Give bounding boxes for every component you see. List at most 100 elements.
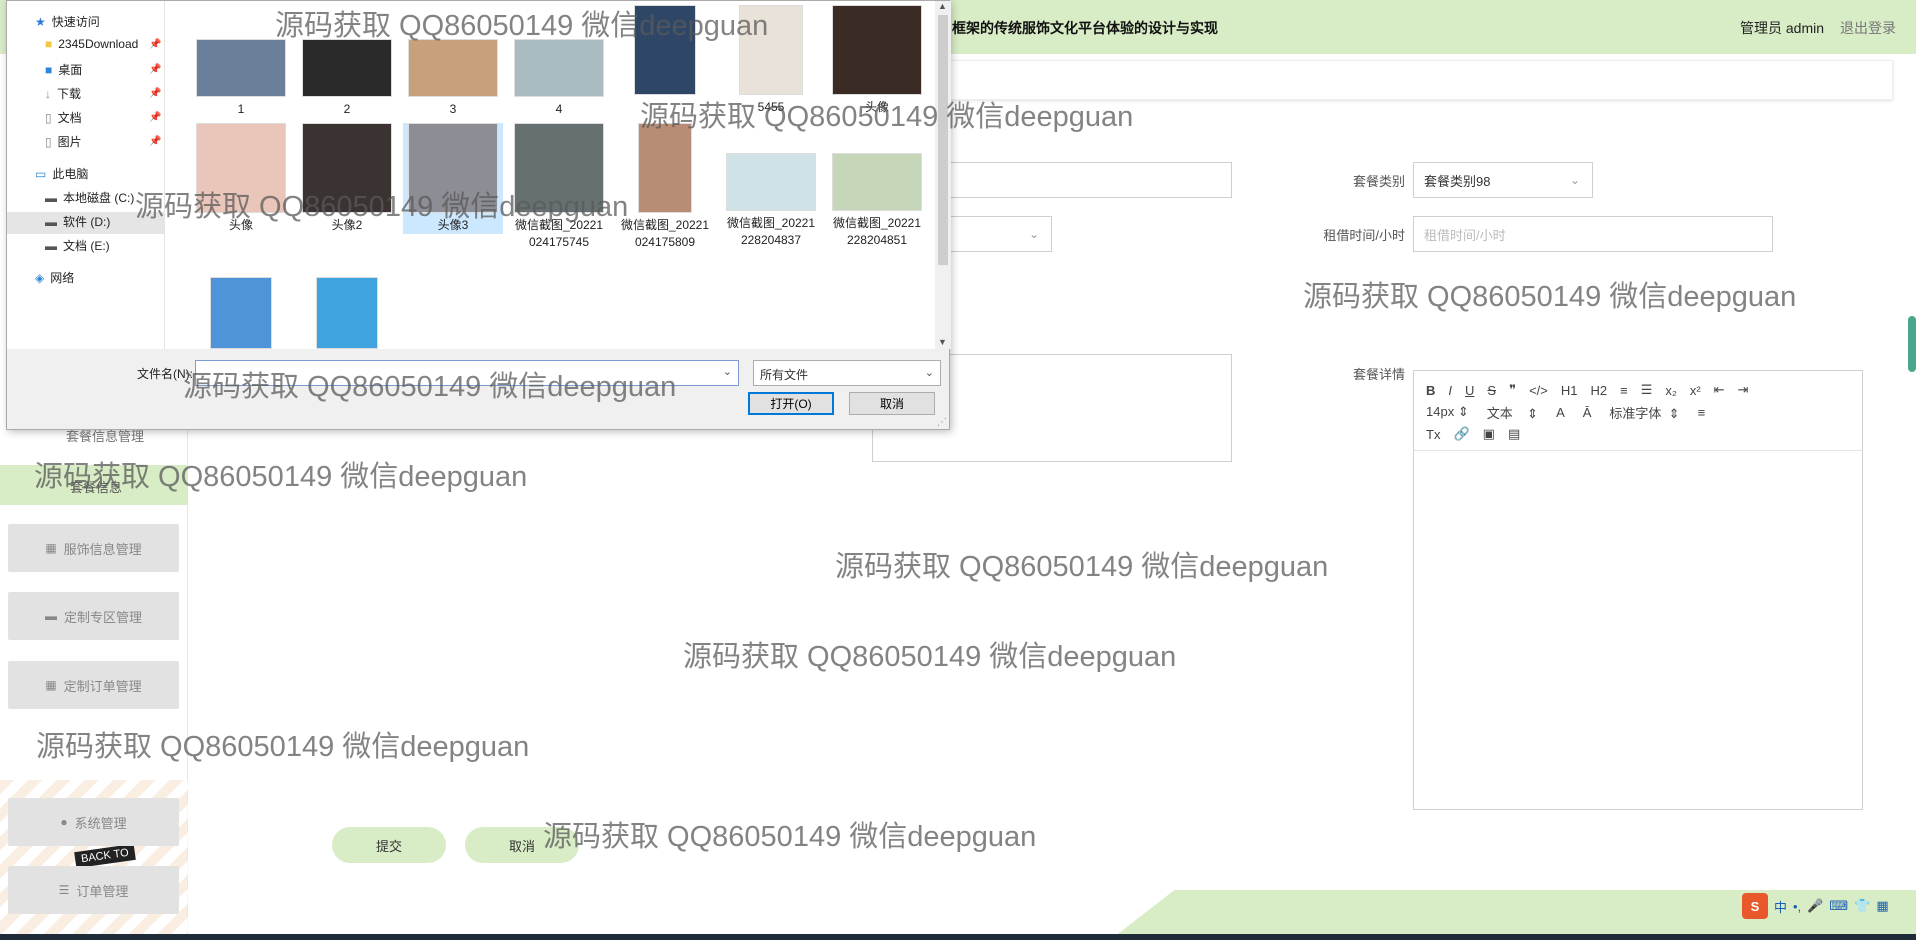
file-item[interactable]: 头像3 <box>403 123 503 234</box>
nav-item[interactable]: ★ 快速访问 <box>35 13 100 30</box>
align-button[interactable]: ≡ <box>1698 405 1706 420</box>
category-select[interactable]: 套餐类别98 ⌄ <box>1413 162 1593 198</box>
image-icon[interactable]: ▣ <box>1483 426 1495 442</box>
file-item[interactable]: 4 <box>509 5 609 118</box>
font-size-select[interactable]: 14px ⇕ <box>1426 404 1469 420</box>
strike-button[interactable]: S <box>1487 383 1496 398</box>
file-thumbnail <box>408 39 498 97</box>
sidebar-item-label: 服饰信息管理 <box>63 541 142 557</box>
h2-button[interactable]: H2 <box>1591 383 1608 398</box>
punctuation-icon[interactable]: •, <box>1793 899 1801 914</box>
nav-item[interactable]: ↓ 下载 📌 <box>45 85 161 102</box>
pin-icon: 📌 <box>149 38 162 50</box>
file-thumbnail <box>514 123 604 213</box>
italic-button[interactable]: I <box>1448 383 1452 398</box>
filename-input[interactable]: ⌄ <box>195 360 739 386</box>
file-item[interactable]: 头像 <box>827 5 927 116</box>
file-item[interactable] <box>615 5 715 99</box>
superscript-button[interactable]: x² <box>1690 383 1701 398</box>
nav-item[interactable]: ■ 桌面 📌 <box>45 61 161 78</box>
indent-button[interactable]: ⇥ <box>1738 382 1749 398</box>
file-item[interactable]: 2 <box>297 5 397 118</box>
file-item[interactable]: 微信截图_20221024175809 <box>615 123 715 251</box>
sidebar-item-package-info[interactable]: 套餐信息 <box>0 465 188 505</box>
file-item[interactable]: 微信截图_20221228204851 <box>827 123 927 249</box>
file-name: 4 <box>555 102 563 116</box>
file-item[interactable]: 1 <box>191 5 291 118</box>
file-thumbnail <box>832 153 922 211</box>
file-item[interactable]: 微信截图_20221228204837 <box>721 123 821 249</box>
pin-icon: 📌 <box>149 64 162 75</box>
scrollbar-thumb[interactable] <box>938 15 948 265</box>
scroll-down-icon[interactable]: ▼ <box>938 337 947 347</box>
resize-grip-icon[interactable]: ⋰ <box>937 417 947 428</box>
pin-icon: ● <box>60 815 68 829</box>
chevron-down-icon: ⌄ <box>924 367 934 379</box>
file-item[interactable]: 微信截图_20221024175745 <box>509 123 609 251</box>
rent-hours-input[interactable]: 租借时间/小时 <box>1413 216 1773 252</box>
folder-icon: ■ <box>45 37 53 51</box>
format-select[interactable]: 文本 ⇕ <box>1487 403 1538 422</box>
video-icon[interactable]: ▤ <box>1508 426 1520 442</box>
file-item[interactable]: 头像2 <box>297 123 397 234</box>
file-thumbnail <box>316 277 378 349</box>
background-color-button[interactable]: Ā <box>1583 405 1592 420</box>
submit-button[interactable]: 提交 <box>332 827 446 863</box>
nav-item[interactable]: ▬ 软件 (D:) <box>45 213 110 230</box>
file-thumbnail <box>638 123 692 213</box>
nav-item[interactable]: ■ 2345Download 📌 <box>45 37 161 51</box>
file-item[interactable]: 3 <box>403 5 503 118</box>
open-button[interactable]: 打开(O) <box>748 392 834 415</box>
sidebar-item-label: 系统管理 <box>74 815 127 831</box>
outdent-button[interactable]: ⇤ <box>1714 382 1725 398</box>
skin-icon[interactable]: 👕 <box>1854 898 1870 914</box>
detail-label: 套餐详情 <box>1352 367 1405 382</box>
file-name: 5455 <box>757 100 785 114</box>
ime-toolbar[interactable]: S 中 •, 🎤 ⌨ 👕 ▦ <box>1742 892 1889 920</box>
link-icon[interactable]: 🔗 <box>1453 426 1469 442</box>
editor-toolbar: B I U S ❞ </> H1 H2 ≡ ☰ x₂ x² ⇤ ⇥ 14px ⇕… <box>1414 371 1862 451</box>
sidebar-item-custom-orders[interactable]: ▦ 定制订单管理 <box>8 661 179 709</box>
cancel-button[interactable]: 取消 <box>465 827 579 863</box>
sidebar-item-orders[interactable]: ☰ 订单管理 <box>8 866 179 914</box>
code-button[interactable]: </> <box>1529 383 1548 398</box>
sidebar-item-custom-zone[interactable]: ▬ 定制专区管理 <box>8 592 179 640</box>
scroll-up-icon[interactable]: ▲ <box>938 1 947 11</box>
nav-item[interactable]: ◈ 网络 <box>35 269 74 286</box>
font-family-select[interactable]: 标准字体 ⇕ <box>1609 403 1679 422</box>
keyboard-icon[interactable]: ⌨ <box>1829 898 1848 914</box>
file-item[interactable]: 5455 <box>721 5 821 116</box>
filetype-select[interactable]: 所有文件 ⌄ <box>753 360 941 386</box>
dialog-cancel-button[interactable]: 取消 <box>849 392 935 415</box>
rich-text-editor[interactable]: B I U S ❞ </> H1 H2 ≡ ☰ x₂ x² ⇤ ⇥ 14px ⇕… <box>1413 370 1863 810</box>
ordered-list-button[interactable]: ≡ <box>1620 383 1628 398</box>
nav-item[interactable]: ▬ 本地磁盘 (C:) <box>45 189 134 206</box>
sidebar-item-system[interactable]: ● 系统管理 <box>8 798 179 846</box>
file-item[interactable] <box>297 277 397 353</box>
nav-item[interactable]: ▬ 文档 (E:) <box>45 237 110 254</box>
clear-format-button[interactable]: Tx <box>1426 427 1440 442</box>
watermark: 源码获取 QQ86050149 微信deepguan <box>835 551 1329 583</box>
logout-link[interactable]: 退出登录 <box>1840 18 1896 38</box>
side-scroll-handle[interactable] <box>1908 316 1916 372</box>
pin-icon: 📌 <box>149 88 162 99</box>
file-item[interactable]: 头像 <box>191 123 291 234</box>
breadcrumb <box>945 60 1893 100</box>
sidebar-item-label: 订单管理 <box>76 883 129 899</box>
subscript-button[interactable]: x₂ <box>1665 383 1677 398</box>
h1-button[interactable]: H1 <box>1561 383 1578 398</box>
nav-item[interactable]: ▯ 文档 📌 <box>45 109 161 126</box>
microphone-icon[interactable]: 🎤 <box>1807 898 1823 914</box>
nav-item[interactable]: ▭ 此电脑 <box>35 165 88 182</box>
bullet-list-button[interactable]: ☰ <box>1641 382 1653 398</box>
bold-button[interactable]: B <box>1426 383 1435 398</box>
chevron-down-icon[interactable]: ⌄ <box>723 365 732 378</box>
quote-button[interactable]: ❞ <box>1509 382 1516 398</box>
nav-item[interactable]: ▯ 图片 📌 <box>45 133 161 150</box>
ime-language[interactable]: 中 <box>1774 897 1787 916</box>
font-color-button[interactable]: A <box>1556 405 1565 420</box>
underline-button[interactable]: U <box>1465 383 1474 398</box>
file-item[interactable] <box>191 277 291 353</box>
sidebar-item-clothing[interactable]: ▦ 服饰信息管理 <box>8 524 179 572</box>
apps-icon[interactable]: ▦ <box>1876 898 1888 914</box>
